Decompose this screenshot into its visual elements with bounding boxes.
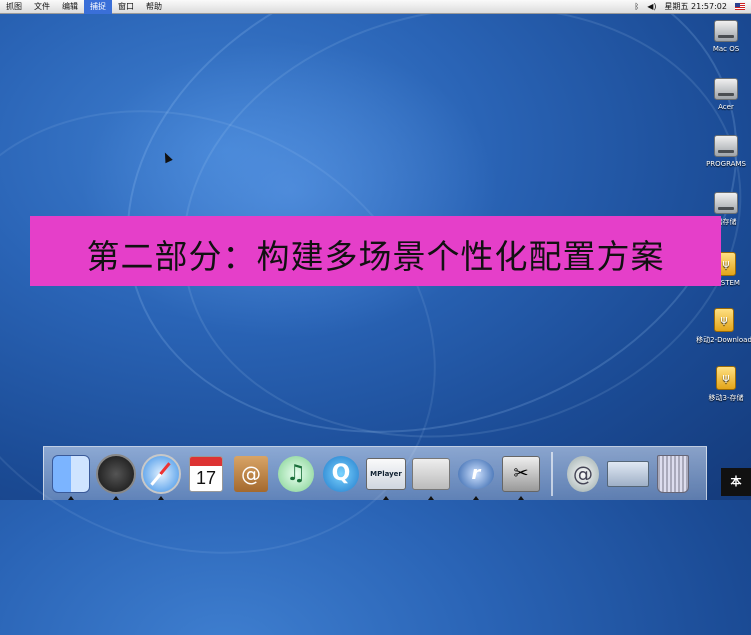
running-indicator — [68, 495, 74, 500]
quicktime-icon: Q — [323, 455, 359, 492]
drive-label: Mac OS — [712, 45, 740, 53]
menu-item-grab[interactable]: 捕捉 — [84, 0, 112, 14]
usb-drive-icon — [714, 308, 734, 332]
flag-icon[interactable] — [735, 3, 745, 10]
usb-drive-icon — [716, 366, 736, 390]
dock-separator — [551, 451, 553, 496]
desktop-drive[interactable]: PROGRAMS — [696, 135, 751, 168]
dock-item-itunes[interactable]: ♫ — [275, 453, 317, 495]
trash-icon — [657, 454, 689, 493]
dock-item-mplayer[interactable]: MPlayer — [365, 453, 407, 500]
desktop-drive[interactable]: 移动3-存储 — [696, 366, 751, 403]
mplayer-icon: MPlayer — [366, 457, 406, 490]
hard-drive-icon — [714, 135, 738, 157]
drive-label: 移动3-存储 — [708, 394, 744, 402]
apple-preferences-icon — [412, 457, 450, 490]
brand-mark: 本 — [721, 468, 751, 496]
finder-icon — [52, 454, 90, 493]
calendar-icon: 17 — [189, 455, 223, 492]
desktop-drive[interactable]: Acer — [696, 78, 751, 111]
window-clipping-icon — [607, 460, 649, 487]
dock-item-dashboard[interactable] — [95, 453, 137, 500]
mail-stamp-icon: @ — [567, 455, 599, 492]
title-banner: 第二部分：构建多场景个性化配置方案 — [30, 216, 721, 286]
dock-item-address-book[interactable]: @ — [230, 453, 272, 495]
bluetooth-icon[interactable]: ᛒ — [634, 0, 639, 14]
hard-drive-icon — [714, 192, 738, 214]
running-indicator — [113, 495, 119, 500]
menu-item-edit[interactable]: 编辑 — [56, 0, 84, 14]
drive-label: 移动2-Download — [696, 336, 751, 344]
safari-icon — [141, 453, 181, 494]
menu-clock[interactable]: 星期五 21:57:02 — [665, 1, 727, 12]
desktop-drive[interactable]: Mac OS — [696, 20, 751, 53]
menu-item-help[interactable]: 帮助 — [140, 0, 168, 14]
itunes-icon: ♫ — [278, 455, 314, 492]
dock-item-trash[interactable] — [652, 453, 694, 495]
running-indicator — [383, 495, 389, 500]
menu-item-capture[interactable]: 抓图 — [0, 0, 28, 14]
dock-item-system-preferences[interactable] — [410, 453, 452, 500]
running-indicator — [428, 495, 434, 500]
menu-extras: ᛒ ◀) 星期五 21:57:02 — [634, 0, 751, 14]
drive-label: Acer — [718, 103, 734, 111]
menu-item-window[interactable]: 窗口 — [112, 0, 140, 14]
menu-item-file[interactable]: 文件 — [28, 0, 56, 14]
desktop-drive[interactable]: 移动2-Download — [692, 308, 751, 345]
drive-label: PROGRAMS — [706, 160, 746, 168]
dock-item-clipping[interactable] — [607, 453, 649, 495]
dock-item-utilities[interactable]: ✂ — [500, 453, 542, 500]
dock-item-realplayer[interactable]: r — [455, 453, 497, 500]
running-indicator — [158, 495, 164, 500]
hard-drive-icon — [714, 78, 738, 100]
dashboard-icon — [96, 453, 136, 494]
address-book-icon: @ — [234, 455, 268, 492]
dock-item-finder[interactable] — [50, 453, 92, 500]
dock: 17 @ ♫ Q MPlayer r ✂ @ — [43, 446, 707, 500]
hard-drive-icon — [714, 20, 738, 42]
running-indicator — [518, 495, 524, 500]
dock-item-quicktime[interactable]: Q — [320, 453, 362, 495]
scissors-icon: ✂ — [502, 455, 540, 492]
banner-title: 第二部分：构建多场景个性化配置方案 — [86, 237, 665, 276]
running-indicator — [473, 495, 479, 500]
realplayer-icon: r — [458, 458, 494, 489]
dock-item-ical[interactable]: 17 — [185, 453, 227, 495]
dock-item-mail[interactable]: @ — [562, 453, 604, 495]
dock-item-safari[interactable] — [140, 453, 182, 500]
volume-icon[interactable]: ◀) — [647, 0, 656, 14]
menu-bar: 抓图 文件 编辑 捕捉 窗口 帮助 ᛒ ◀) 星期五 21:57:02 — [0, 0, 751, 14]
